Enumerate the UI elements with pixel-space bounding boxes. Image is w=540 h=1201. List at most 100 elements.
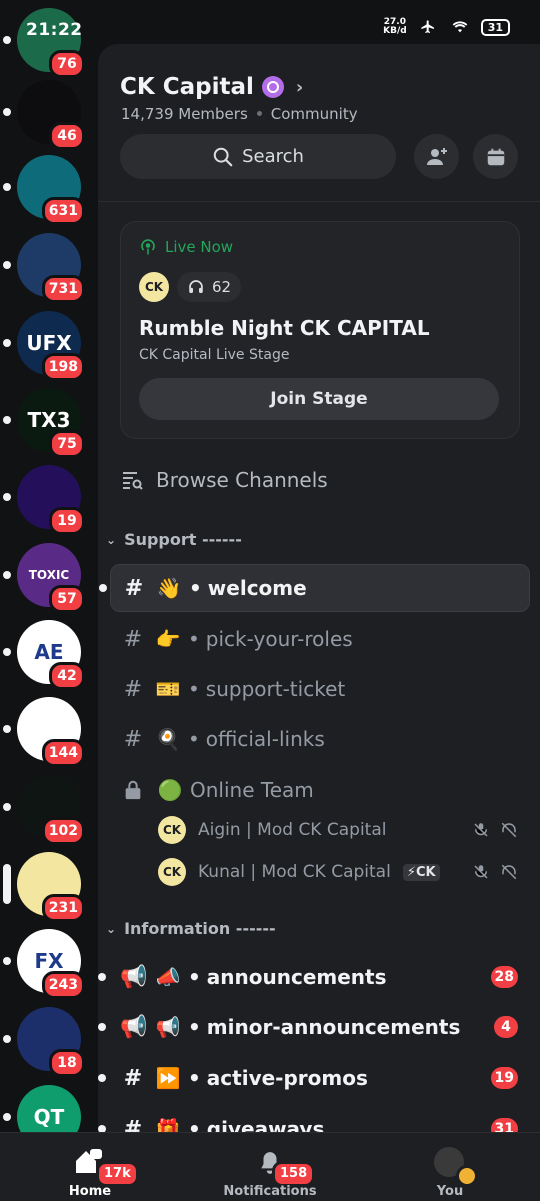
status-time: 21:22 [26, 20, 83, 40]
server-icon[interactable]: 631 [3, 155, 85, 225]
server-header[interactable]: CK Capital › [120, 74, 303, 100]
live-stage-card[interactable]: Live Now CK 62 Rumble Night CK CAPITAL C… [120, 221, 520, 439]
channel-pick-your-roles[interactable]: # 👉 • pick-your-roles [110, 616, 528, 662]
chevron-down-icon: ⌄ [106, 921, 117, 936]
server-icon[interactable]: 731 [3, 233, 85, 303]
server-icon[interactable]: 46 [3, 80, 85, 150]
nav-home-label: Home [68, 1184, 112, 1199]
mention-badge: 31 [490, 1118, 518, 1132]
channel-support-ticket[interactable]: # 🎫 • support-ticket [110, 666, 528, 712]
mention-badge: 18 [49, 1049, 85, 1077]
mention-badge: 231 [41, 894, 85, 922]
locked-hash-icon: # [123, 676, 143, 702]
channel-official-links[interactable]: # 🍳 • official-links [110, 716, 528, 762]
network-speed: 27.0 KB/d [383, 18, 407, 36]
search-button[interactable]: Search [120, 134, 396, 179]
nav-notifications[interactable]: 158 Notifications [210, 1133, 330, 1201]
wifi-icon [452, 21, 468, 33]
channel-separator: • [189, 576, 202, 600]
browse-label: Browse Channels [156, 468, 328, 492]
live-status: Live Now [139, 238, 233, 256]
server-icon[interactable]: FX 243 [3, 929, 85, 999]
search-icon [213, 147, 233, 166]
search-label: Search [242, 146, 304, 167]
voice-channel-online-team[interactable]: 🟢 Online Team [110, 770, 528, 810]
locked-hash-icon: # [123, 726, 143, 752]
channel-emoji: 📣 [155, 965, 181, 989]
hash-icon: # [123, 1116, 143, 1133]
category-information[interactable]: ⌄ Information ------ [106, 919, 276, 938]
status-bar: 21:22 27.0 KB/d 31 [0, 0, 540, 44]
nav-you[interactable]: You [390, 1133, 510, 1201]
channel-name: announcements [206, 965, 387, 989]
unread-indicator [3, 864, 11, 904]
unread-indicator [98, 1074, 106, 1082]
stage-icon [141, 239, 155, 255]
unread-indicator [3, 339, 11, 347]
server-icon[interactable]: AE 42 [3, 620, 85, 690]
mention-badge: 102 [41, 817, 85, 845]
server-icon[interactable]: 231 [3, 852, 85, 922]
server-icon[interactable]: UFX 198 [3, 311, 85, 381]
mention-badge: 144 [41, 739, 85, 767]
calendar-icon [487, 148, 504, 165]
channel-announcements[interactable]: 📢 📣 • announcements 28 [98, 954, 528, 1000]
invite-button[interactable] [414, 134, 459, 179]
channel-minor-announcements[interactable]: 📢 📢 • minor-announcements 4 [98, 1004, 528, 1050]
join-stage-button[interactable]: Join Stage [139, 378, 499, 420]
browse-channels[interactable]: Browse Channels [120, 468, 328, 492]
mention-badge: 42 [49, 662, 85, 690]
channel-name: active-promos [206, 1066, 368, 1090]
voice-channel-name: Online Team [190, 778, 314, 802]
server-icon[interactable]: TOXIC 57 [3, 543, 85, 613]
verified-badge-icon [261, 76, 284, 98]
unread-indicator [3, 108, 11, 116]
mention-badge: 19 [49, 507, 85, 535]
mention-badge: 198 [41, 353, 85, 381]
events-button[interactable] [473, 134, 518, 179]
mention-badge: 76 [49, 50, 85, 78]
channel-name: minor-announcements [206, 1015, 461, 1039]
channel-active-promos[interactable]: # ⏩ • active-promos 19 [98, 1055, 528, 1101]
category-label: Information ------ [124, 919, 276, 938]
channel-welcome[interactable]: # 👋 • welcome [99, 564, 530, 612]
voice-member[interactable]: CK Aigin | Mod CK Capital [158, 812, 518, 848]
locked-hash-icon: # [124, 575, 144, 601]
mic-muted-icon [474, 865, 488, 879]
channel-emoji: 👉 [155, 627, 181, 651]
nav-you-label: You [436, 1184, 464, 1199]
channel-emoji: ⏩ [155, 1066, 181, 1090]
listener-number: 62 [212, 278, 232, 296]
channel-name: support-ticket [205, 677, 346, 701]
member-avatar: CK [158, 858, 186, 886]
nav-notifications-label: Notifications [223, 1184, 317, 1199]
member-count: 14,739 Members [121, 105, 248, 123]
mention-badge: 75 [49, 430, 85, 458]
mention-badge: 19 [490, 1067, 518, 1089]
unread-indicator [98, 1125, 106, 1132]
server-rail[interactable]: 76 46 631 731 UFX 198 TX3 75 19 TOXIC 57 AE 42 144 102… [0, 0, 98, 1132]
category-support[interactable]: ⌄ Support ------ [106, 530, 242, 549]
add-member-icon [426, 147, 447, 165]
status-icons: 27.0 KB/d 31 [383, 18, 510, 36]
channel-giveaways[interactable]: # 🎁 • giveaways 31 [98, 1106, 528, 1133]
channel-separator: • [188, 1117, 201, 1132]
unread-indicator [3, 725, 11, 733]
speed-unit: KB/d [383, 26, 407, 36]
voice-member[interactable]: CK Kunal | Mod CK Capital ⚡CK [158, 854, 518, 890]
nav-home[interactable]: 17k Home [30, 1133, 150, 1201]
server-icon[interactable]: 144 [3, 697, 85, 767]
server-icon[interactable]: 18 [3, 1007, 85, 1077]
unread-indicator [3, 1113, 11, 1121]
browse-list-icon [123, 472, 143, 490]
mic-muted-icon [474, 823, 488, 837]
server-icon[interactable]: TX3 75 [3, 388, 85, 458]
server-icon[interactable]: 102 [3, 775, 85, 845]
channel-panel: CK Capital › 14,739 Members Community Sea… [98, 44, 540, 1132]
server-icon[interactable]: QT [3, 1085, 81, 1132]
channel-name: official-links [205, 727, 325, 751]
channel-emoji: 📢 [155, 1015, 181, 1039]
unread-indicator [3, 1035, 11, 1043]
server-icon[interactable]: 19 [3, 465, 85, 535]
listener-count: 62 [177, 272, 242, 302]
